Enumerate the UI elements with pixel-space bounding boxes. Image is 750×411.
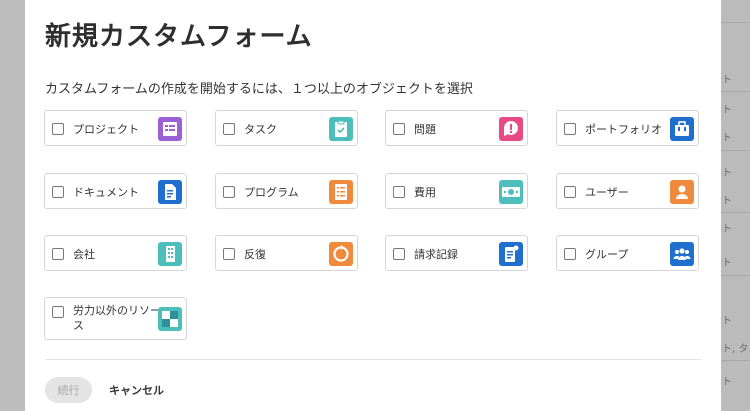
object-option-non-labor-resource[interactable]: 労力以外のリソース <box>44 297 187 340</box>
checkbox[interactable] <box>393 186 405 198</box>
object-option-issue[interactable]: 問題 <box>385 110 528 146</box>
object-option-label: グループ <box>585 248 629 261</box>
issue-icon <box>499 117 523 141</box>
expense-icon <box>499 180 523 204</box>
billing-record-icon <box>499 242 523 266</box>
background-text: ト <box>722 258 732 269</box>
object-option-document[interactable]: ドキュメント <box>44 173 187 209</box>
background-row-line <box>721 150 750 151</box>
checkbox[interactable] <box>564 123 576 135</box>
background-row-line <box>721 91 750 92</box>
group-icon <box>670 242 694 266</box>
object-option-task[interactable]: タスク <box>215 110 358 146</box>
object-option-label: ユーザー <box>585 186 629 199</box>
background-row-line <box>721 360 750 361</box>
object-option-billing-record[interactable]: 請求記録 <box>385 235 528 271</box>
background-row-line <box>721 212 750 213</box>
checkbox[interactable] <box>223 248 235 260</box>
background-text: ト <box>722 133 732 144</box>
company-icon <box>158 242 182 266</box>
object-option-label: プログラム <box>244 186 299 199</box>
object-option-user[interactable]: ユーザー <box>556 173 699 209</box>
background-text: ト <box>722 196 732 207</box>
background-text: ト <box>722 105 732 116</box>
background-row-line <box>721 275 750 276</box>
dialog-title: 新規カスタムフォーム <box>45 22 313 52</box>
object-option-label: ドキュメント <box>73 186 139 199</box>
checkbox[interactable] <box>52 248 64 260</box>
checkbox[interactable] <box>393 248 405 260</box>
object-option-iteration[interactable]: 反復 <box>215 235 358 271</box>
continue-button[interactable]: 続行 <box>45 377 92 403</box>
object-option-label: 会社 <box>73 248 95 261</box>
background-text: ト <box>722 316 732 327</box>
checkbox[interactable] <box>52 306 64 318</box>
object-option-label: 費用 <box>414 186 436 199</box>
background-text: ト <box>722 75 732 86</box>
footer-divider <box>45 359 701 360</box>
object-option-label: 問題 <box>414 123 436 136</box>
checkbox[interactable] <box>564 186 576 198</box>
checkbox[interactable] <box>393 123 405 135</box>
cancel-button[interactable]: キャンセル <box>103 377 170 403</box>
object-option-label: タスク <box>244 123 277 136</box>
new-custom-form-dialog: 新規カスタムフォーム カスタムフォームの作成を開始するには、１つ以上のオブジェク… <box>25 0 721 411</box>
checkbox[interactable] <box>564 248 576 260</box>
object-option-group[interactable]: グループ <box>556 235 699 271</box>
object-option-project[interactable]: プロジェクト <box>44 110 187 146</box>
background-text: ト <box>722 224 732 235</box>
user-icon <box>670 180 694 204</box>
iteration-icon <box>329 242 353 266</box>
object-option-label: 請求記録 <box>414 248 458 261</box>
document-icon <box>158 180 182 204</box>
task-icon <box>329 117 353 141</box>
background-page-right: ト ト ト ト ト ト ト ト ト, タス ト <box>721 0 750 411</box>
checkbox[interactable] <box>223 123 235 135</box>
object-option-portfolio[interactable]: ポートフォリオ <box>556 110 699 146</box>
portfolio-icon <box>670 117 694 141</box>
object-option-label: ポートフォリオ <box>585 123 662 136</box>
background-text: ト <box>722 168 732 179</box>
object-option-label: プロジェクト <box>73 123 139 136</box>
checkbox[interactable] <box>52 186 64 198</box>
dialog-instructions: カスタムフォームの作成を開始するには、１つ以上のオブジェクトを選択 <box>45 82 473 97</box>
background-page-left <box>0 0 25 411</box>
object-option-program[interactable]: プログラム <box>215 173 358 209</box>
object-option-label: 労力以外のリソース <box>73 304 161 332</box>
checkbox[interactable] <box>52 123 64 135</box>
non-labor-resource-icon <box>158 307 182 331</box>
object-option-label: 反復 <box>244 248 266 261</box>
background-text: ト <box>722 377 732 388</box>
program-icon <box>329 180 353 204</box>
checkbox[interactable] <box>223 186 235 198</box>
background-text: ト, タス <box>722 344 750 355</box>
project-icon <box>158 117 182 141</box>
object-option-company[interactable]: 会社 <box>44 235 187 271</box>
object-option-expense[interactable]: 費用 <box>385 173 528 209</box>
background-row-line <box>721 22 750 23</box>
